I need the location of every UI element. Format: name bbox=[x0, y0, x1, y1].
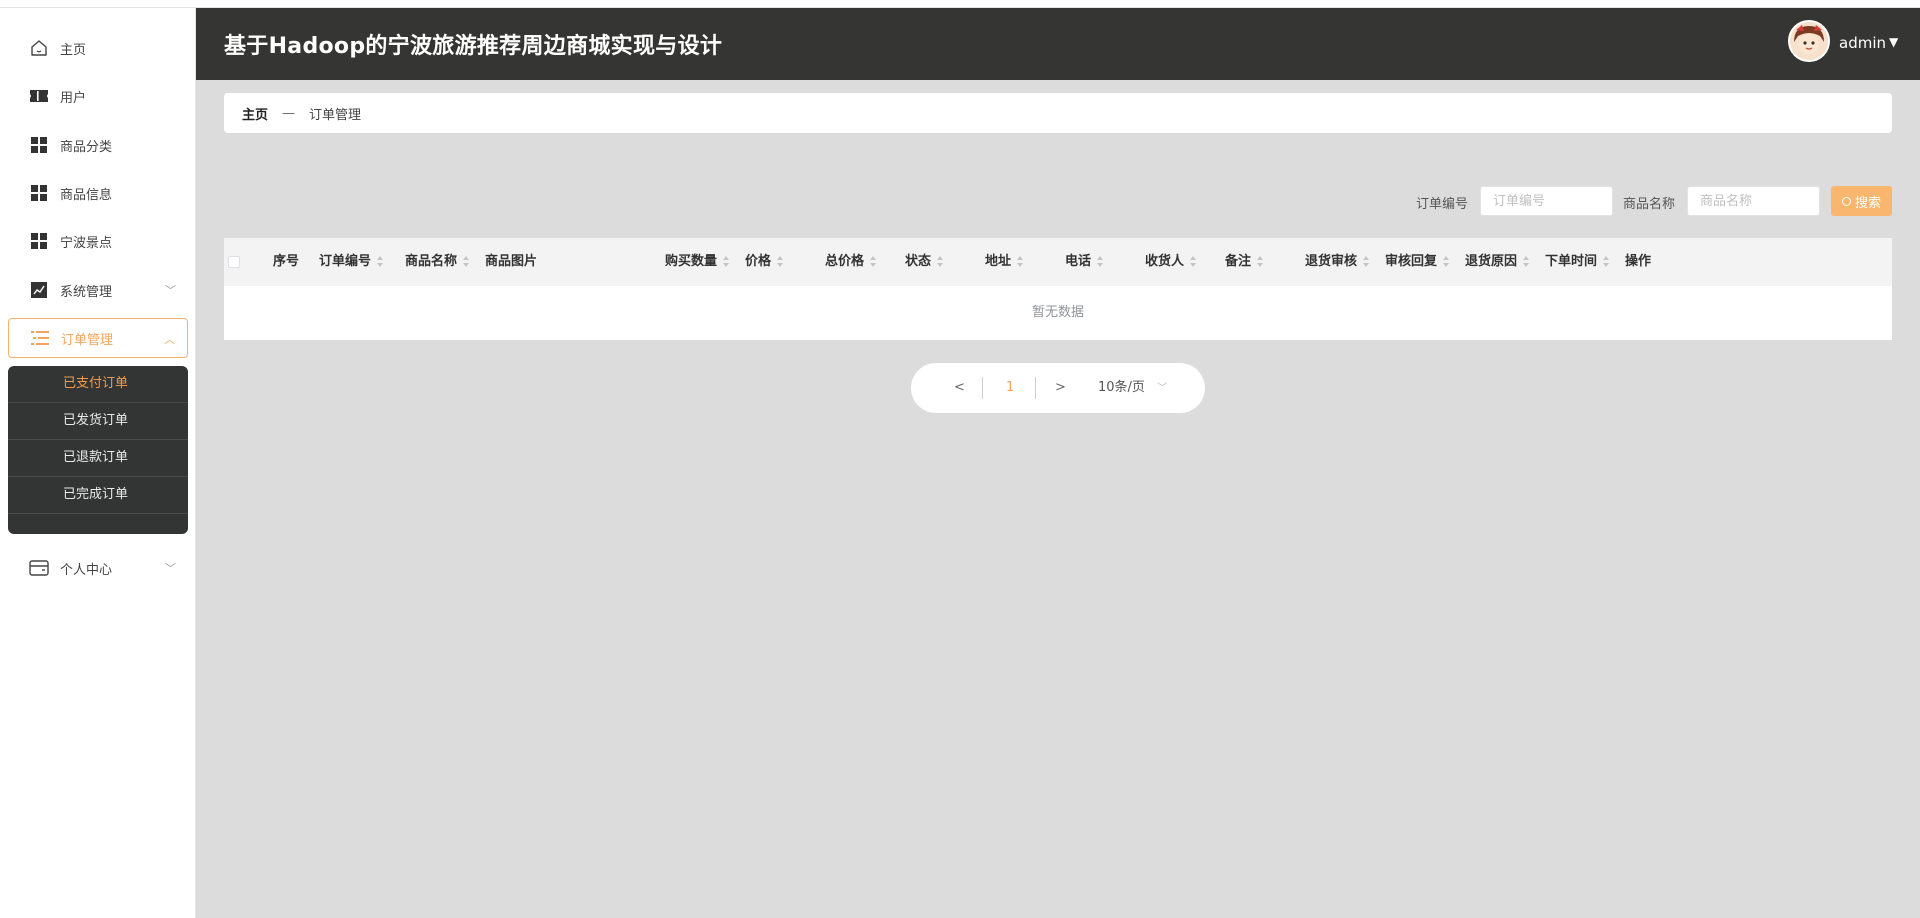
app-header: 基于Hadoop的宁波旅游推荐周边商城实现与设计 admin ▼ bbox=[196, 8, 1920, 80]
breadcrumb: 主页 — 订单管理 bbox=[224, 93, 1892, 133]
orders-table: 序号 订单编号 商品名称 商品图片 购买数量 价格 总价格 状态 地址 电话 收… bbox=[224, 238, 1892, 340]
order-no-label: 订单编号 bbox=[1416, 197, 1469, 212]
sort-icon bbox=[1443, 255, 1450, 268]
sort-icon bbox=[1017, 255, 1024, 268]
top-border bbox=[0, 0, 1920, 8]
sort-icon bbox=[1097, 255, 1104, 268]
search-icon bbox=[1841, 196, 1851, 206]
sidebar-item-label: 宁波景点 bbox=[60, 235, 113, 251]
column-header[interactable]: 下单时间 bbox=[1545, 238, 1610, 286]
chevron-up-icon: ︿ bbox=[164, 333, 175, 346]
column-header[interactable]: 价格 bbox=[745, 238, 784, 286]
page-size-select[interactable]: 10条/页 ﹀ bbox=[1098, 363, 1167, 413]
column-header[interactable]: 审核回复 bbox=[1385, 238, 1450, 286]
prev-page-button[interactable]: < bbox=[954, 363, 965, 413]
sidebar-item-label: 主页 bbox=[60, 42, 87, 58]
list-icon bbox=[29, 327, 51, 349]
sort-icon bbox=[1603, 255, 1610, 268]
sidebar-item-label: 商品分类 bbox=[60, 139, 113, 155]
submenu-item-completed-orders[interactable]: 已完成订单 bbox=[8, 477, 188, 514]
sort-icon bbox=[723, 255, 730, 268]
column-header[interactable]: 商品名称 bbox=[405, 238, 470, 286]
trend-chart-icon bbox=[28, 279, 50, 301]
sort-icon bbox=[463, 255, 470, 268]
sidebar-item-ningbo-spots[interactable]: 宁波景点 bbox=[8, 221, 188, 261]
ticket-icon bbox=[28, 85, 50, 107]
app-title: 基于Hadoop的宁波旅游推荐周边商城实现与设计 bbox=[224, 34, 723, 59]
caret-down-icon[interactable]: ▼ bbox=[1889, 35, 1898, 49]
pagination-divider bbox=[1035, 377, 1036, 399]
sidebar-item-product-category[interactable]: 商品分类 bbox=[8, 125, 188, 165]
order-no-input[interactable] bbox=[1480, 186, 1613, 216]
column-header[interactable]: 购买数量 bbox=[665, 238, 730, 286]
order-submenu: 已支付订单 已发货订单 已退款订单 已完成订单 bbox=[8, 366, 188, 534]
home-icon bbox=[28, 37, 50, 59]
chevron-down-icon: ﹀ bbox=[165, 562, 176, 575]
submenu-item-shipped-orders[interactable]: 已发货订单 bbox=[8, 403, 188, 440]
breadcrumb-home[interactable]: 主页 bbox=[242, 104, 268, 123]
sidebar-item-home[interactable]: 主页 bbox=[8, 28, 188, 68]
chevron-down-icon: ﹀ bbox=[165, 284, 176, 297]
column-header[interactable]: 总价格 bbox=[825, 238, 877, 286]
wallet-icon bbox=[28, 557, 50, 579]
sidebar: 主页 用户 商品分类 商品信息 宁波景点 系统管理 ﹀ 订单管理 ︿ 已支付订单… bbox=[0, 8, 196, 918]
breadcrumb-separator: — bbox=[282, 105, 296, 121]
sidebar-item-users[interactable]: 用户 bbox=[8, 76, 188, 116]
product-name-label: 商品名称 bbox=[1623, 197, 1676, 212]
column-header[interactable]: 地址 bbox=[985, 238, 1024, 286]
column-header[interactable]: 电话 bbox=[1065, 238, 1104, 286]
search-button-label: 搜索 bbox=[1854, 195, 1881, 211]
table-header: 序号 订单编号 商品名称 商品图片 购买数量 价格 总价格 状态 地址 电话 收… bbox=[224, 238, 1892, 286]
breadcrumb-current: 订单管理 bbox=[309, 107, 362, 123]
sidebar-item-order-management[interactable]: 订单管理 ︿ bbox=[8, 318, 188, 358]
column-header[interactable]: 备注 bbox=[1225, 238, 1264, 286]
column-header: 操作 bbox=[1625, 254, 1652, 269]
select-all-checkbox[interactable] bbox=[228, 256, 240, 268]
column-header[interactable]: 收货人 bbox=[1145, 238, 1197, 286]
pagination-divider bbox=[982, 377, 983, 399]
sidebar-item-label: 订单管理 bbox=[61, 332, 114, 348]
sidebar-item-label: 系统管理 bbox=[60, 284, 113, 300]
column-header[interactable]: 退货原因 bbox=[1465, 238, 1530, 286]
pagination: < 1 > 10条/页 ﹀ bbox=[911, 363, 1205, 413]
page-size-value: 10条/页 bbox=[1098, 380, 1145, 395]
search-button[interactable]: 搜索 bbox=[1831, 186, 1892, 216]
sort-icon bbox=[1363, 255, 1370, 268]
column-header[interactable]: 订单编号 bbox=[319, 238, 384, 286]
chevron-down-icon: ﹀ bbox=[1157, 383, 1168, 394]
grid-icon bbox=[28, 230, 50, 252]
next-page-button[interactable]: > bbox=[1055, 363, 1066, 413]
sidebar-item-label: 商品信息 bbox=[60, 187, 113, 203]
sidebar-item-system-management[interactable]: 系统管理 ﹀ bbox=[8, 270, 188, 310]
column-header: 商品图片 bbox=[485, 254, 538, 269]
sort-icon bbox=[870, 255, 877, 268]
sidebar-item-product-info[interactable]: 商品信息 bbox=[8, 173, 188, 213]
column-header[interactable]: 状态 bbox=[905, 238, 944, 286]
sort-icon bbox=[1190, 255, 1197, 268]
submenu-item-paid-orders[interactable]: 已支付订单 bbox=[8, 366, 188, 403]
sort-icon bbox=[937, 255, 944, 268]
sidebar-item-personal-center[interactable]: 个人中心 ﹀ bbox=[8, 548, 188, 588]
submenu-item-refunded-orders[interactable]: 已退款订单 bbox=[8, 440, 188, 477]
sort-icon bbox=[377, 255, 384, 268]
page-number[interactable]: 1 bbox=[1006, 363, 1014, 413]
sort-icon bbox=[777, 255, 784, 268]
avatar[interactable] bbox=[1788, 20, 1830, 62]
grid-icon bbox=[28, 134, 50, 156]
sort-icon bbox=[1523, 255, 1530, 268]
empty-placeholder: 暂无数据 bbox=[1031, 305, 1084, 320]
sidebar-item-label: 个人中心 bbox=[60, 562, 113, 578]
column-header: 序号 bbox=[273, 254, 300, 269]
sort-icon bbox=[1257, 255, 1264, 268]
user-name[interactable]: admin bbox=[1839, 34, 1886, 52]
product-name-input[interactable] bbox=[1687, 186, 1820, 216]
sidebar-item-label: 用户 bbox=[60, 90, 87, 106]
column-header[interactable]: 退货审核 bbox=[1305, 238, 1370, 286]
grid-icon bbox=[28, 182, 50, 204]
